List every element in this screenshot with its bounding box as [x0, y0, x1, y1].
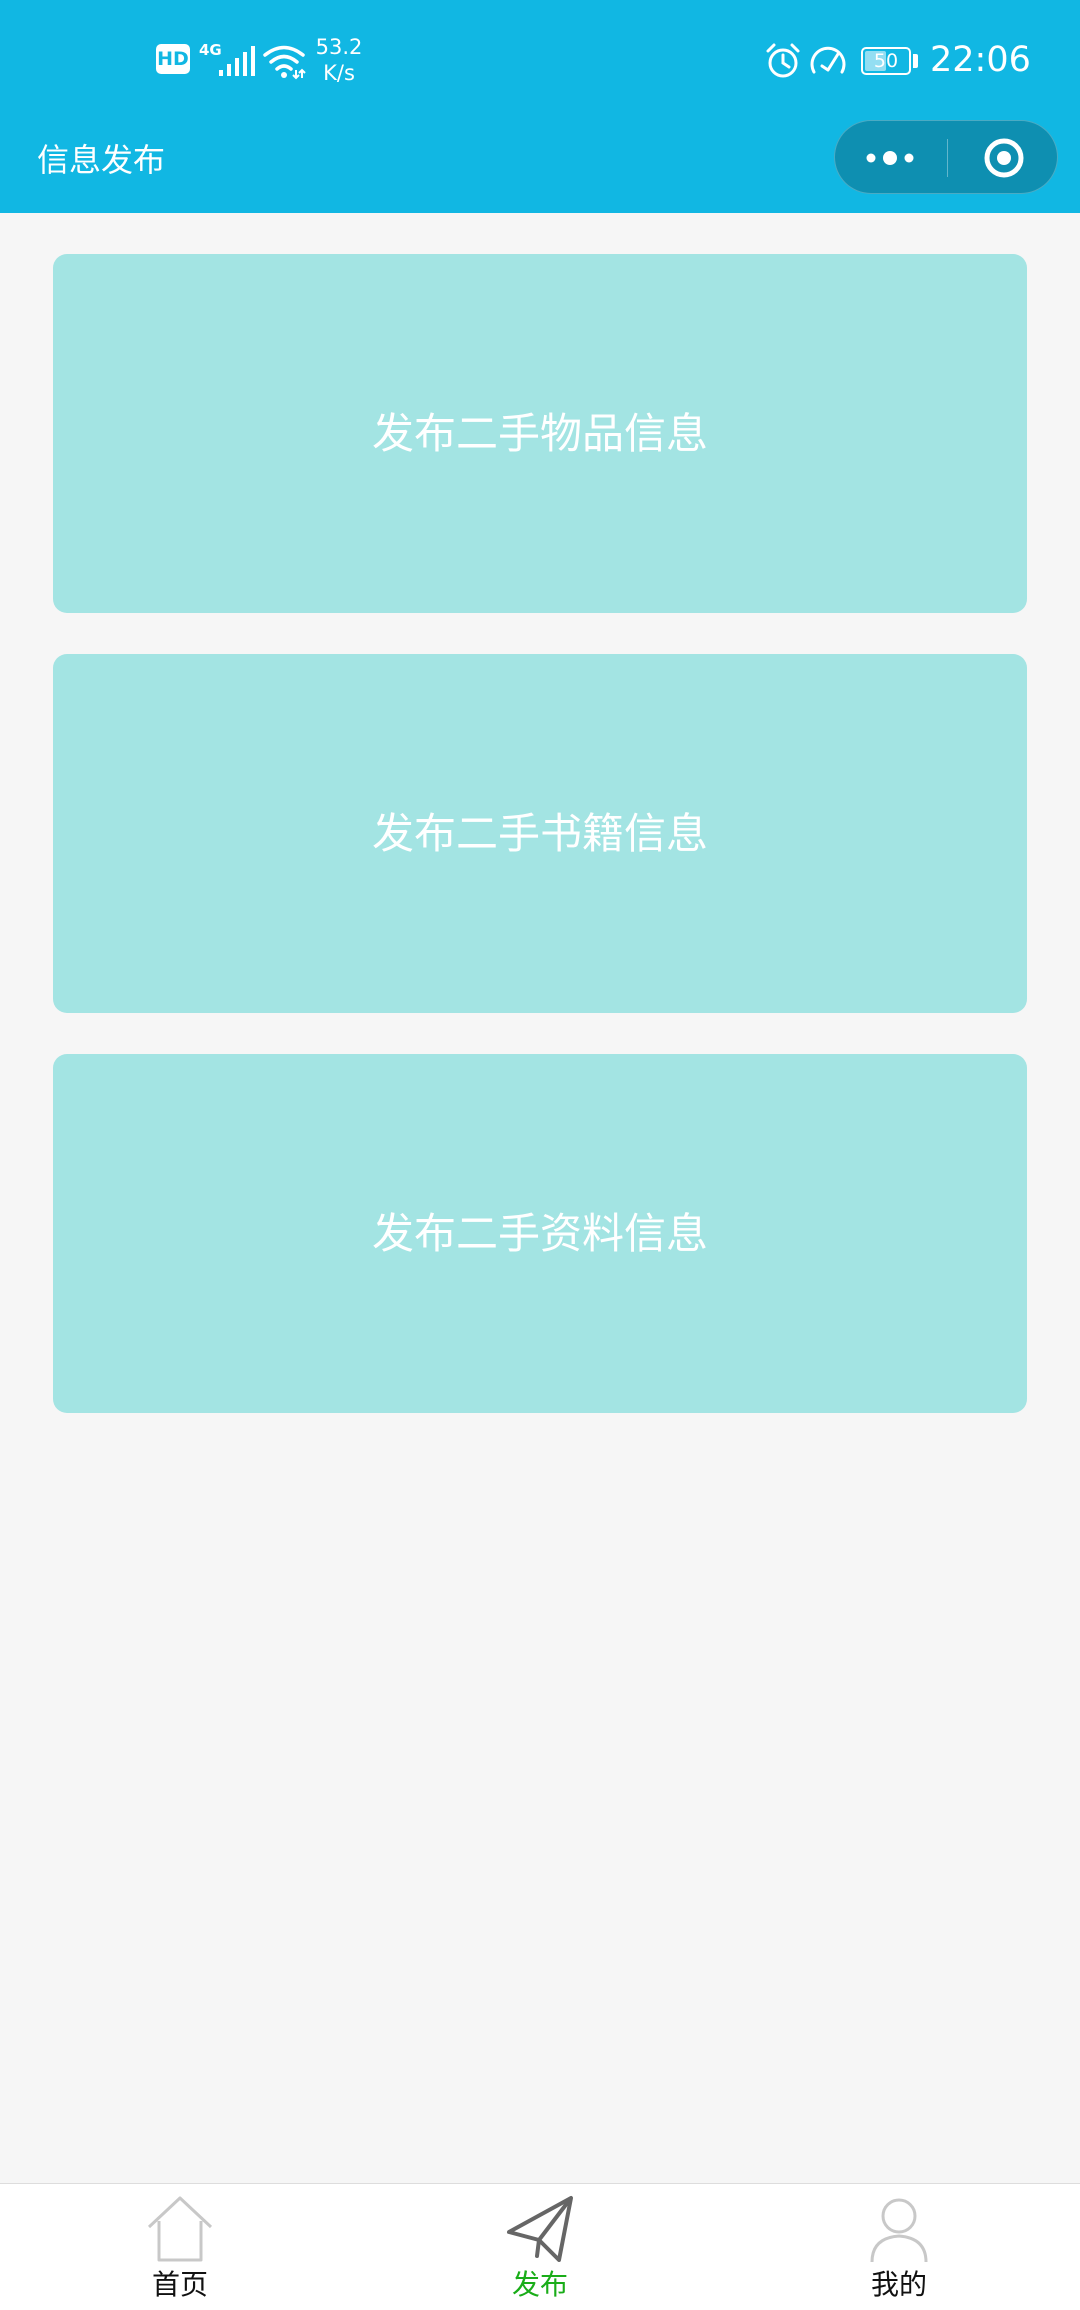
- battery-icon: 50: [861, 47, 911, 75]
- hd-badge: HD: [156, 44, 190, 74]
- status-bar: HD 4G 53.2 K/s 50 22:06: [0, 0, 1080, 120]
- more-button[interactable]: [835, 121, 947, 193]
- wifi-icon: [263, 45, 306, 80]
- publish-item-card[interactable]: 发布二手物品信息: [53, 254, 1027, 613]
- home-icon: [147, 2196, 213, 2262]
- status-time: 22:06: [930, 40, 1031, 80]
- publish-material-card[interactable]: 发布二手资料信息: [53, 1054, 1027, 1413]
- tab-mine[interactable]: 我的: [819, 2184, 979, 2310]
- mini-program-capsule: [834, 120, 1058, 194]
- publish-book-label: 发布二手书籍信息: [371, 808, 708, 858]
- tab-home[interactable]: 首页: [100, 2184, 260, 2310]
- target-circle-icon: [984, 138, 1024, 178]
- publish-item-label: 发布二手物品信息: [371, 408, 708, 458]
- tab-bar: 首页 发布 我的: [0, 2183, 1080, 2310]
- network-speed: 53.2 K/s: [312, 34, 366, 86]
- battery-cap: [913, 54, 918, 68]
- publish-material-label: 发布二手资料信息: [371, 1208, 708, 1258]
- page-title: 信息发布: [37, 141, 166, 179]
- tab-publish-label: 发布: [511, 2268, 568, 2301]
- more-dots-icon: [866, 151, 914, 165]
- tab-home-label: 首页: [151, 2268, 208, 2301]
- user-icon: [870, 2198, 928, 2263]
- nav-bar: 信息发布: [0, 120, 1080, 213]
- alarm-icon: [766, 43, 800, 78]
- tab-publish[interactable]: 发布: [460, 2184, 620, 2310]
- battery-level: 50: [873, 50, 899, 72]
- network-speed-value: 53.2: [315, 35, 363, 59]
- paper-plane-icon: [507, 2196, 573, 2262]
- publish-book-card[interactable]: 发布二手书籍信息: [53, 654, 1027, 1013]
- header: HD 4G 53.2 K/s 50 22:06 信息发布: [0, 0, 1080, 213]
- signal-icon: [219, 46, 255, 76]
- close-button[interactable]: [948, 121, 1058, 193]
- network-speed-unit: K/s: [323, 61, 355, 85]
- speed-gauge-icon: [810, 46, 846, 74]
- tab-mine-label: 我的: [870, 2268, 927, 2301]
